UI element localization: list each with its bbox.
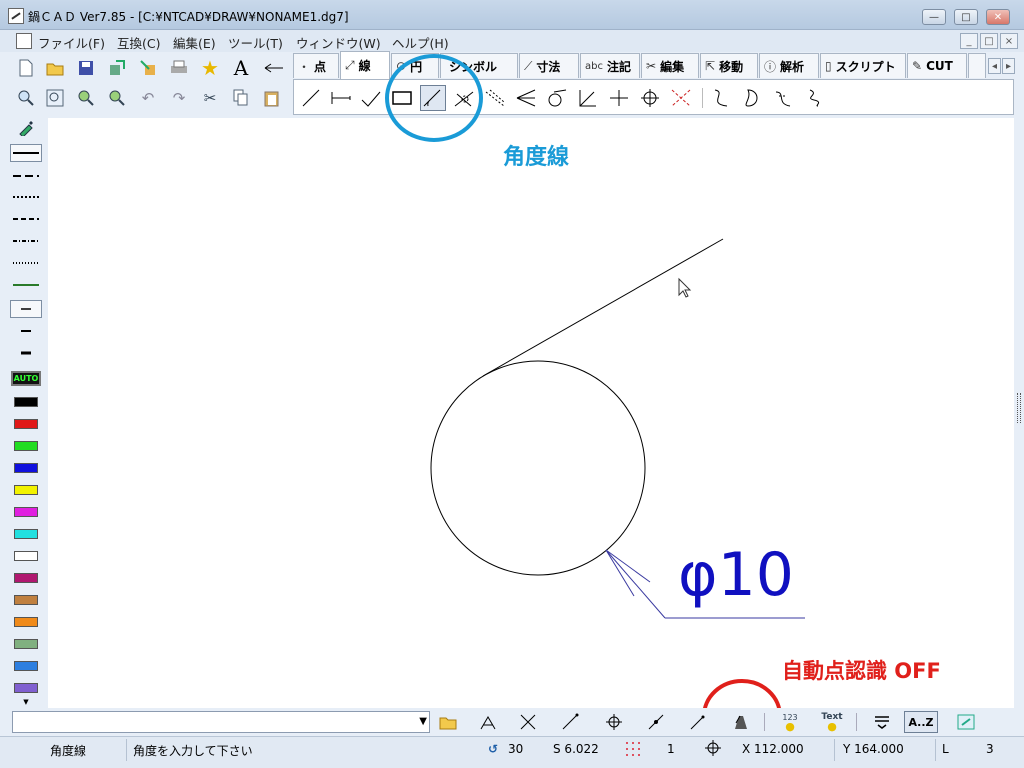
number-bulb-icon[interactable]: 123 ● bbox=[776, 711, 804, 733]
snap-midpoint-icon[interactable] bbox=[644, 711, 668, 733]
open-folder-icon[interactable] bbox=[436, 711, 460, 733]
blue-highlight-circle bbox=[385, 54, 483, 142]
snap-endpoint-icon[interactable] bbox=[558, 711, 582, 733]
annotation-overlay bbox=[385, 54, 782, 753]
status-divider-2 bbox=[834, 739, 835, 761]
annotation-auto-point: 自動点認識 OFF bbox=[782, 659, 941, 683]
status-scale: S 6.022 bbox=[553, 742, 599, 756]
command-input[interactable]: ▼ bbox=[12, 711, 430, 733]
window-fit-icon[interactable] bbox=[954, 711, 978, 733]
cmd-separator bbox=[764, 713, 765, 731]
status-layer: 1 bbox=[667, 742, 675, 756]
layer-stack-icon[interactable] bbox=[870, 711, 894, 733]
auto-point-recognition-icon[interactable] bbox=[728, 711, 752, 733]
text-bulb-icon[interactable]: Text ● bbox=[818, 711, 846, 733]
snap-intersection-icon[interactable] bbox=[476, 711, 500, 733]
snap-center-icon[interactable] bbox=[602, 711, 626, 733]
crosshair-icon bbox=[705, 740, 721, 759]
rotate-icon: ↺ bbox=[488, 742, 499, 756]
status-mode: 角度線 bbox=[50, 744, 87, 758]
status-x: X 112.000 bbox=[742, 742, 804, 756]
snap-nearest-icon[interactable] bbox=[686, 711, 710, 733]
status-divider bbox=[126, 739, 127, 761]
cmd-separator-2 bbox=[856, 713, 857, 731]
status-angle: 30 bbox=[508, 742, 524, 756]
status-prompt: 角度を入力して下さい bbox=[133, 744, 253, 758]
snap-cross-icon[interactable] bbox=[516, 711, 540, 733]
status-y: Y 164.000 bbox=[843, 742, 904, 756]
status-divider-3 bbox=[935, 739, 936, 761]
status-bar: 角度線 角度を入力して下さい ↺ 30 S 6.022 1 X 112.000 … bbox=[0, 736, 1024, 768]
grid-icon bbox=[624, 740, 642, 761]
status-l-value: 3 bbox=[986, 742, 994, 756]
command-bar: ▼ 123 ● Text ● A..Z bbox=[0, 708, 1024, 736]
status-l-label: L bbox=[942, 742, 949, 756]
annotation-angle-line: 角度線 bbox=[503, 145, 570, 170]
dropdown-arrow-icon[interactable]: ▼ bbox=[419, 716, 427, 727]
sort-az-button[interactable]: A..Z bbox=[904, 711, 938, 733]
